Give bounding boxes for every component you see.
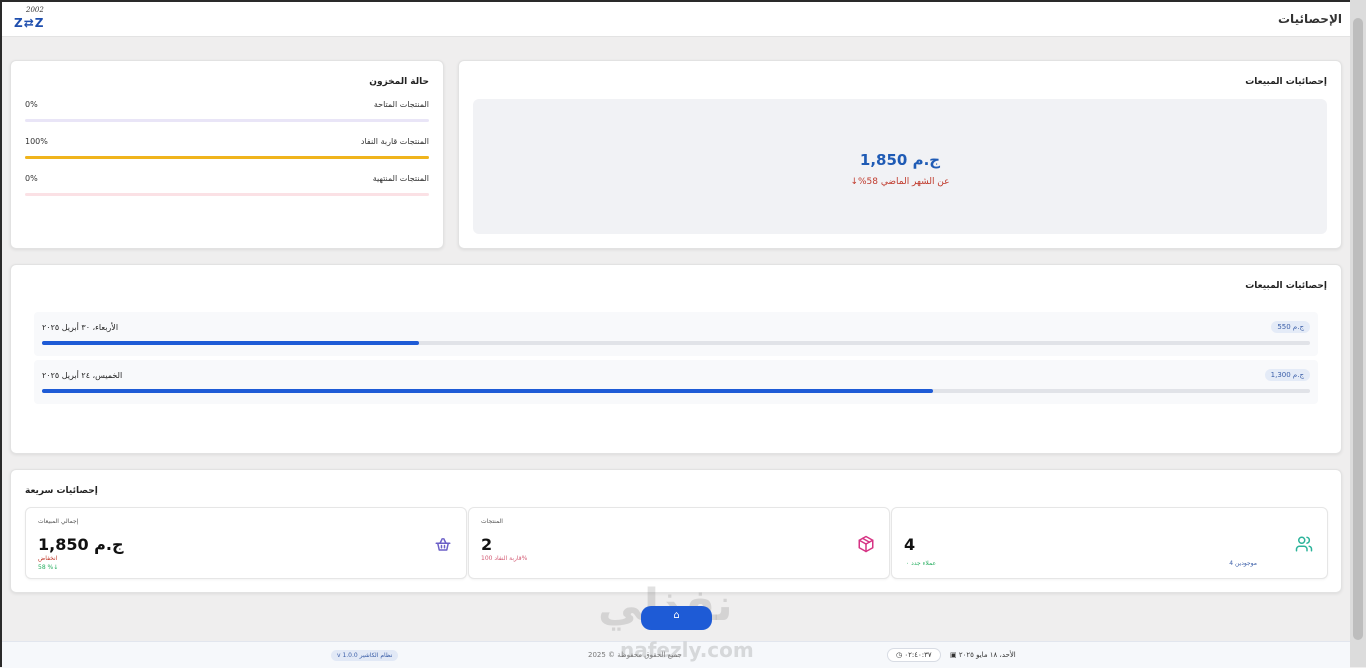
daily-sales-date: الخميس، ٢٤ أبريل ٢٠٢٥: [42, 371, 123, 380]
quick-stat-value: 2: [481, 535, 493, 554]
inventory-row-out-of-stock: المنتجات المنتهية 0%: [25, 174, 429, 204]
box-icon: [857, 535, 875, 553]
daily-sales-fill: [42, 389, 934, 393]
inventory-progress-track: [25, 156, 429, 159]
daily-sales-title: إحصائيات المبيعات: [1245, 281, 1327, 291]
inventory-row-label: المنتجات المتاحة: [373, 100, 429, 109]
quick-stat-value: 4: [904, 535, 916, 554]
quick-stat-products[interactable]: المنتجات 2 قاربة النفاد 100%: [468, 507, 890, 579]
sales-summary-box: ج.م 1,850 عن الشهر الماضي 58%↓: [473, 99, 1327, 234]
quick-stat-new-customers: عملاء جدد ٠: [906, 560, 937, 567]
calendar-icon: ▣: [950, 651, 959, 659]
home-button[interactable]: ⌂: [641, 606, 712, 630]
sales-summary-card: إحصائيات المبيعات ج.م 1,850 عن الشهر الم…: [458, 60, 1342, 249]
version-badge: v 1.0.0 نظام الكاشير: [331, 650, 399, 661]
inventory-row-low-stock: المنتجات قاربة النفاد 100%: [25, 137, 429, 167]
daily-sales-amount-badge: ج.م 550: [1271, 321, 1310, 333]
clock-display: ◷ ٠٢:٤٠:٣٧: [887, 648, 941, 662]
sales-summary-title: إحصائيات المبيعات: [1245, 77, 1327, 87]
date-display: ▣ الأحد، ١٨ مايو ٢٠٢٥: [950, 651, 1016, 659]
sales-total-amount: ج.م 1,850: [859, 151, 941, 169]
vertical-scrollbar[interactable]: [1350, 0, 1366, 667]
clock-time: ٠٢:٤٠:٣٧: [904, 651, 932, 659]
inventory-row-percent: 0%: [25, 174, 38, 183]
quick-stat-value: ج.م 1,850: [38, 535, 124, 554]
inventory-row-percent: 100%: [25, 137, 48, 146]
scrollbar-thumb[interactable]: [1353, 18, 1363, 640]
quick-stat-trend-value: 58 %↓: [38, 564, 59, 571]
date-text: الأحد، ١٨ مايو ٢٠٢٥: [958, 651, 1016, 659]
basket-icon: [434, 535, 452, 553]
inventory-row-percent: 0%: [25, 100, 38, 109]
page-title: الإحصائيات: [1278, 12, 1342, 26]
top-bar: 2002 Z⇄Z الإحصائيات: [2, 2, 1350, 37]
daily-sales-card: إحصائيات المبيعات الأربعاء، ٣٠ أبريل ٢٠٢…: [10, 264, 1342, 454]
quick-stat-customers[interactable]: 4 عملاء جدد ٠ موجودين 4: [891, 507, 1328, 579]
inventory-row-available: المنتجات المتاحة 0%: [25, 100, 429, 130]
logo-top-text: 2002: [26, 6, 44, 14]
quick-stats-card: إحصائيات سريعة إجمالي المبيعات ج.م 1,850…: [10, 469, 1342, 593]
inventory-progress-track: [25, 193, 429, 196]
inventory-row-label: المنتجات قاربة النفاد: [360, 137, 429, 146]
daily-sales-fill: [42, 341, 419, 345]
quick-stat-trend-label: انخفاض: [38, 555, 58, 562]
inventory-row-label: المنتجات المنتهية: [372, 174, 429, 183]
sales-monthly-change: عن الشهر الماضي 58%↓: [850, 177, 950, 187]
watermark-url: nafezly.com: [620, 638, 754, 662]
daily-sales-row[interactable]: الأربعاء، ٣٠ أبريل ٢٠٢٥ ج.م 550: [34, 312, 1318, 356]
inventory-progress-track: [25, 119, 429, 122]
home-icon: ⌂: [673, 610, 680, 621]
quick-stat-existing-customers: موجودين 4: [1229, 560, 1257, 567]
daily-sales-date: الأربعاء، ٣٠ أبريل ٢٠٢٥: [42, 323, 119, 332]
quick-stat-low-stock: قاربة النفاد 100%: [481, 555, 528, 562]
app-logo[interactable]: 2002 Z⇄Z: [14, 6, 54, 32]
users-icon: [1295, 535, 1313, 553]
quick-stats-title: إحصائيات سريعة: [25, 486, 98, 496]
daily-sales-track: [42, 341, 1310, 345]
quick-stat-label: إجمالي المبيعات: [38, 518, 79, 525]
logo-main-text: Z⇄Z: [14, 16, 45, 30]
daily-sales-amount-badge: ج.م 1,300: [1264, 369, 1310, 381]
inventory-status-card: حالة المخزون المنتجات المتاحة 0% المنتجا…: [10, 60, 444, 249]
inventory-progress-fill: [25, 156, 429, 159]
quick-stat-total-sales[interactable]: إجمالي المبيعات ج.م 1,850 انخفاض 58 %↓: [25, 507, 467, 579]
daily-sales-row[interactable]: الخميس، ٢٤ أبريل ٢٠٢٥ ج.م 1,300: [34, 360, 1318, 404]
quick-stat-label: المنتجات: [481, 518, 503, 525]
inventory-title: حالة المخزون: [369, 77, 429, 87]
daily-sales-track: [42, 389, 1310, 393]
